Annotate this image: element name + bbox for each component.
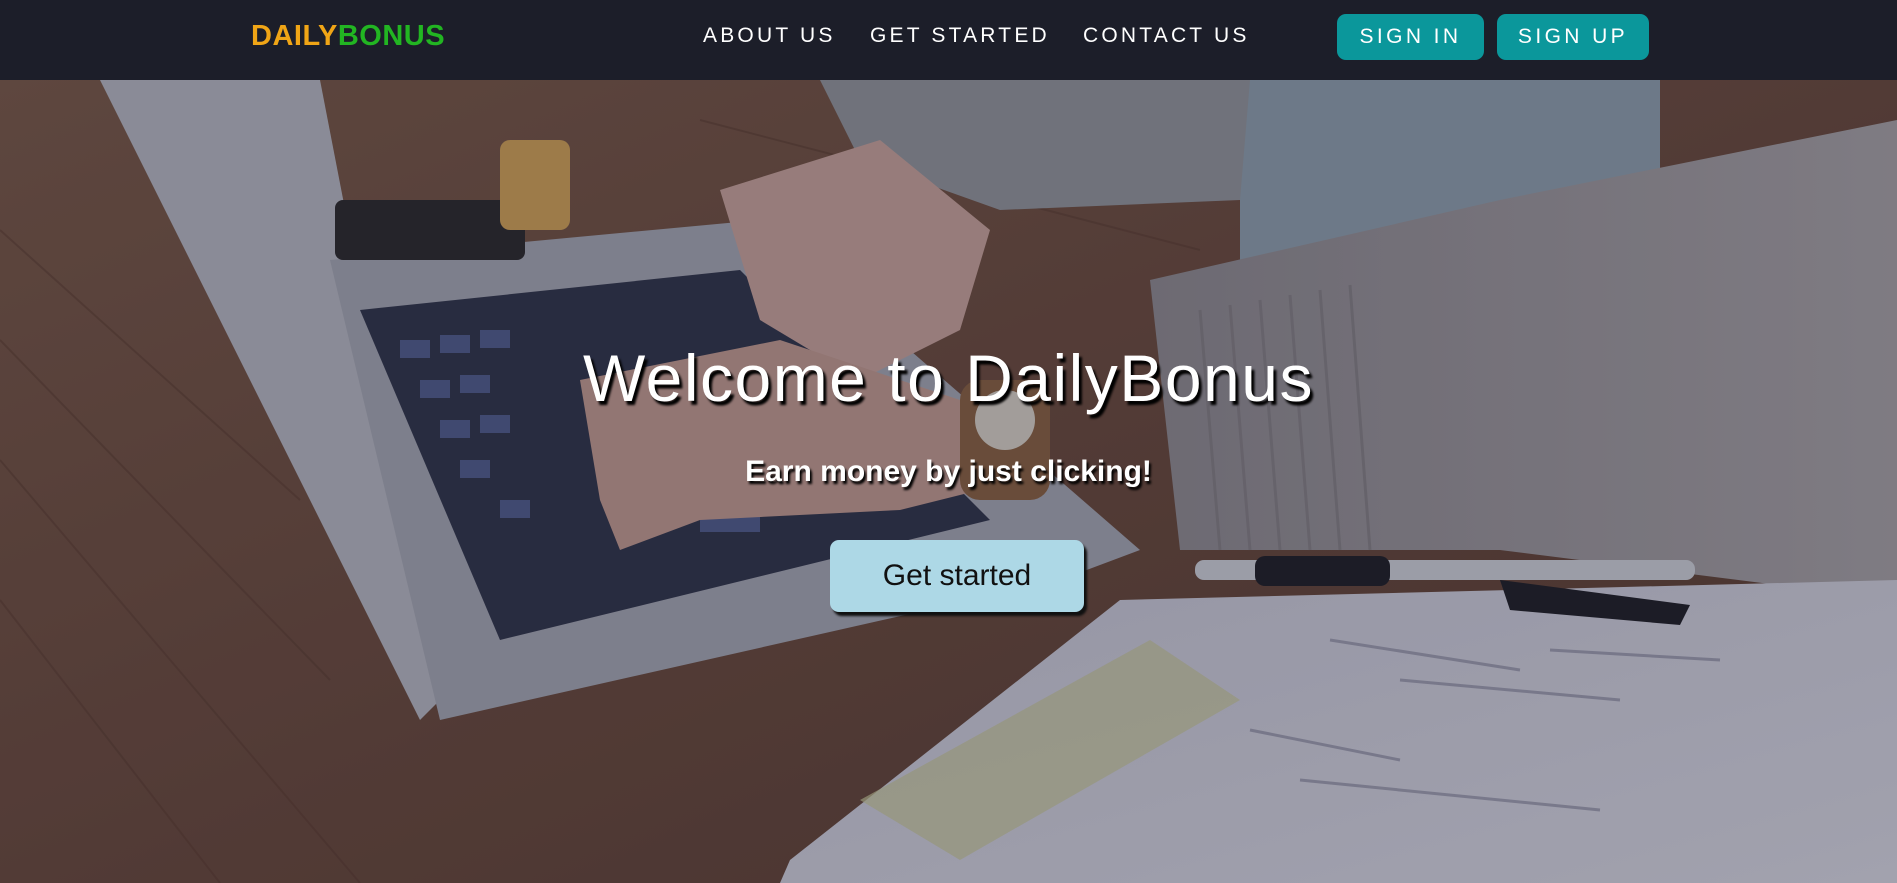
sign-up-button[interactable]: SIGN UP	[1497, 14, 1649, 60]
hero-section: Welcome to DailyBonus Earn money by just…	[0, 80, 1897, 883]
get-started-button[interactable]: Get started	[830, 540, 1084, 612]
hero-title: Welcome to DailyBonus	[583, 341, 1314, 415]
nav-link-contact-us[interactable]: CONTACT US	[1083, 24, 1250, 48]
sign-in-button[interactable]: SIGN IN	[1337, 14, 1484, 60]
nav-link-get-started[interactable]: GET STARTED	[870, 24, 1050, 48]
hero-subtitle: Earn money by just clicking!	[745, 455, 1152, 488]
top-navbar: DAILYBONUS ABOUT US GET STARTED CONTACT …	[0, 0, 1897, 80]
nav-link-about-us[interactable]: ABOUT US	[703, 24, 836, 48]
